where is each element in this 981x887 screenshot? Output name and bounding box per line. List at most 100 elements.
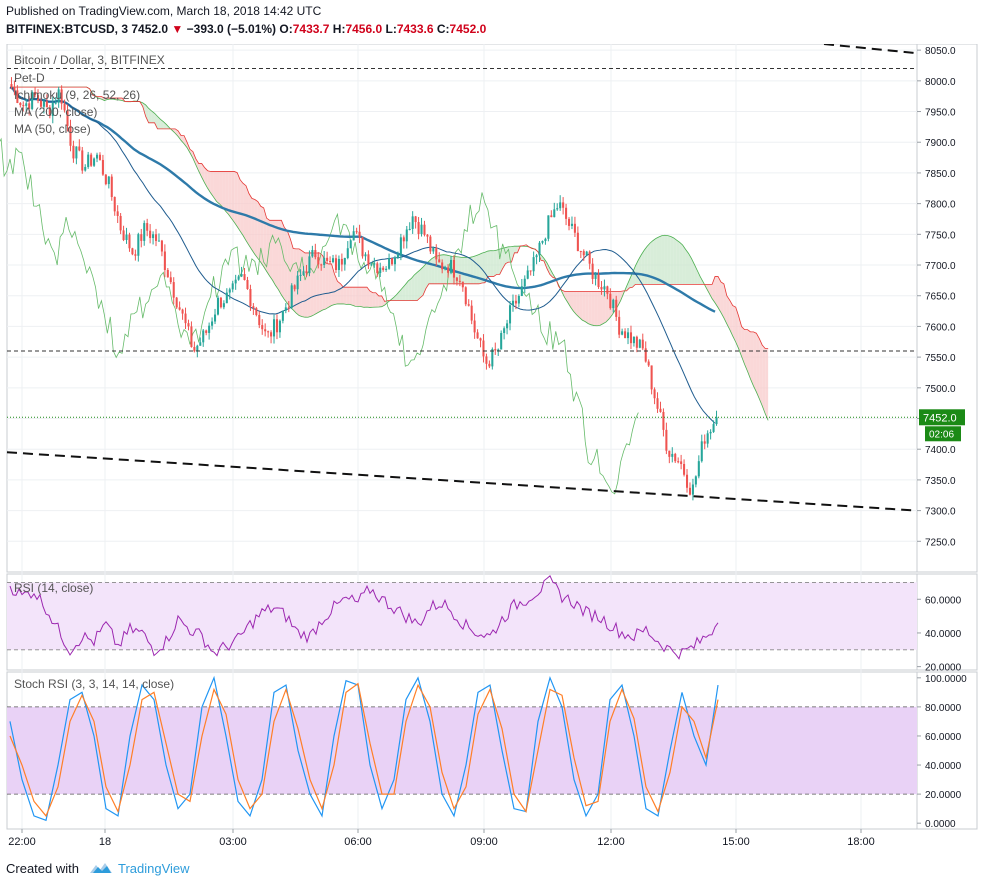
candle-body — [526, 270, 529, 279]
candle-body — [196, 345, 199, 352]
candle-body — [275, 319, 279, 333]
indicator-legend-item: Ichimoku (9, 26, 52, 26) — [14, 88, 140, 102]
low-key: L: — [385, 22, 397, 36]
candle-body — [181, 309, 184, 314]
candle-body — [379, 267, 382, 274]
cloud-segment — [358, 287, 362, 307]
candle-body — [187, 323, 190, 327]
candle-body — [157, 240, 161, 242]
close-key: C: — [436, 22, 450, 36]
chart-area[interactable]: 8050.0 8000.0 7950.0 7900.0 7850.0 7800.0 7750… — [0, 44, 981, 853]
candle-body — [281, 310, 284, 321]
candle-body — [382, 267, 385, 270]
candle-body — [685, 474, 689, 488]
cloud-segment — [659, 235, 662, 285]
change-label: −393.0 (−5.01%) — [186, 22, 277, 36]
candle-body — [146, 223, 149, 231]
cloud-segment — [679, 242, 683, 285]
time-axis[interactable]: 22:00 18 03:00 06:00 09:00 12:00 15:00 18:00 — [7, 828, 917, 848]
tradingview-brand-label[interactable]: TradingView — [118, 861, 190, 876]
candle-body — [331, 258, 335, 263]
y-tick-label: 80.0000 — [925, 703, 962, 714]
candle-body — [694, 476, 697, 485]
candle-body — [585, 251, 588, 256]
candle-body — [208, 325, 211, 333]
cloud-segment — [260, 206, 264, 267]
candle-body — [314, 249, 317, 258]
candle-body — [473, 320, 476, 333]
y-tick-label: 40.0000 — [925, 761, 962, 772]
candle-body — [597, 274, 600, 288]
candle-body — [163, 251, 166, 270]
candle-body — [337, 258, 340, 270]
candle-body — [511, 300, 515, 306]
symbol-info: BITFINEX:BTCUSD, 3 7452.0 ▼ −393.0 (−5.0… — [6, 22, 486, 36]
published-info: Published on TradingView.com, March 18, … — [6, 4, 322, 18]
candle-body — [703, 441, 706, 444]
candle-body — [390, 258, 394, 265]
candle-body — [284, 307, 287, 311]
candle-body — [202, 330, 205, 343]
candle-body — [426, 234, 429, 237]
y-tick-label: 7950.0 — [925, 108, 956, 119]
candle-body — [520, 286, 523, 296]
candle-body — [497, 349, 500, 351]
cloud-segment — [269, 220, 273, 281]
cloud-segment — [275, 220, 279, 290]
candle-body — [467, 304, 470, 306]
candle-body — [75, 146, 78, 159]
candle-body — [671, 453, 674, 457]
y-tick-label: 60.0000 — [925, 595, 962, 606]
cloud-segment — [600, 291, 603, 326]
candle-body — [54, 102, 57, 104]
candle-body — [264, 329, 267, 332]
candle-body — [408, 228, 411, 230]
candle-body — [559, 202, 562, 209]
candle-body — [594, 274, 597, 279]
candle-body — [588, 251, 591, 264]
candle-body — [216, 297, 220, 315]
cloud-segment — [364, 287, 367, 308]
candle-body — [370, 264, 373, 266]
candle-body — [621, 331, 624, 335]
cloud-segment — [222, 171, 226, 211]
candle-body — [261, 325, 264, 330]
cloud-segment — [597, 291, 600, 326]
candle-body — [81, 150, 84, 171]
cloud-segment — [372, 292, 376, 308]
candle-body — [190, 326, 193, 347]
close-value: 7452.0 — [449, 22, 487, 36]
cloud-segment — [585, 291, 589, 324]
candle-body — [323, 257, 326, 266]
candle-body — [140, 234, 143, 241]
candle-body — [320, 264, 323, 266]
cloud-segment — [284, 227, 288, 304]
candle-body — [287, 307, 290, 309]
candle-body — [488, 363, 491, 367]
candle-body — [700, 441, 703, 462]
candle-body — [252, 306, 255, 309]
open-value: 7433.7 — [292, 22, 330, 36]
candle-body — [116, 211, 119, 216]
rsi-pane-title: RSI (14, close) — [14, 581, 93, 595]
stoch-pane-title: Stoch RSI (3, 3, 14, 14, close) — [14, 677, 174, 691]
cloud-segment — [750, 331, 754, 386]
cloud-segment — [588, 291, 592, 325]
candle-body — [10, 84, 13, 88]
cloud-segment — [219, 171, 223, 207]
indicator-legend-item: MA (200, close) — [14, 105, 97, 119]
cloud-segment — [213, 171, 217, 202]
candle-body — [125, 234, 128, 241]
x-tick-label: 18 — [99, 836, 111, 848]
candle-body — [343, 257, 346, 265]
candle-body — [662, 411, 665, 430]
cloud-segment — [420, 267, 423, 298]
footer: Created with TradingView — [0, 853, 981, 887]
candle-body — [290, 285, 293, 308]
candle-body — [506, 323, 509, 329]
candle-body — [485, 356, 488, 364]
high-key: H: — [332, 22, 346, 36]
candle-body — [494, 349, 497, 351]
cloud-segment — [293, 248, 297, 314]
x-tick-label: 22:00 — [8, 836, 36, 848]
